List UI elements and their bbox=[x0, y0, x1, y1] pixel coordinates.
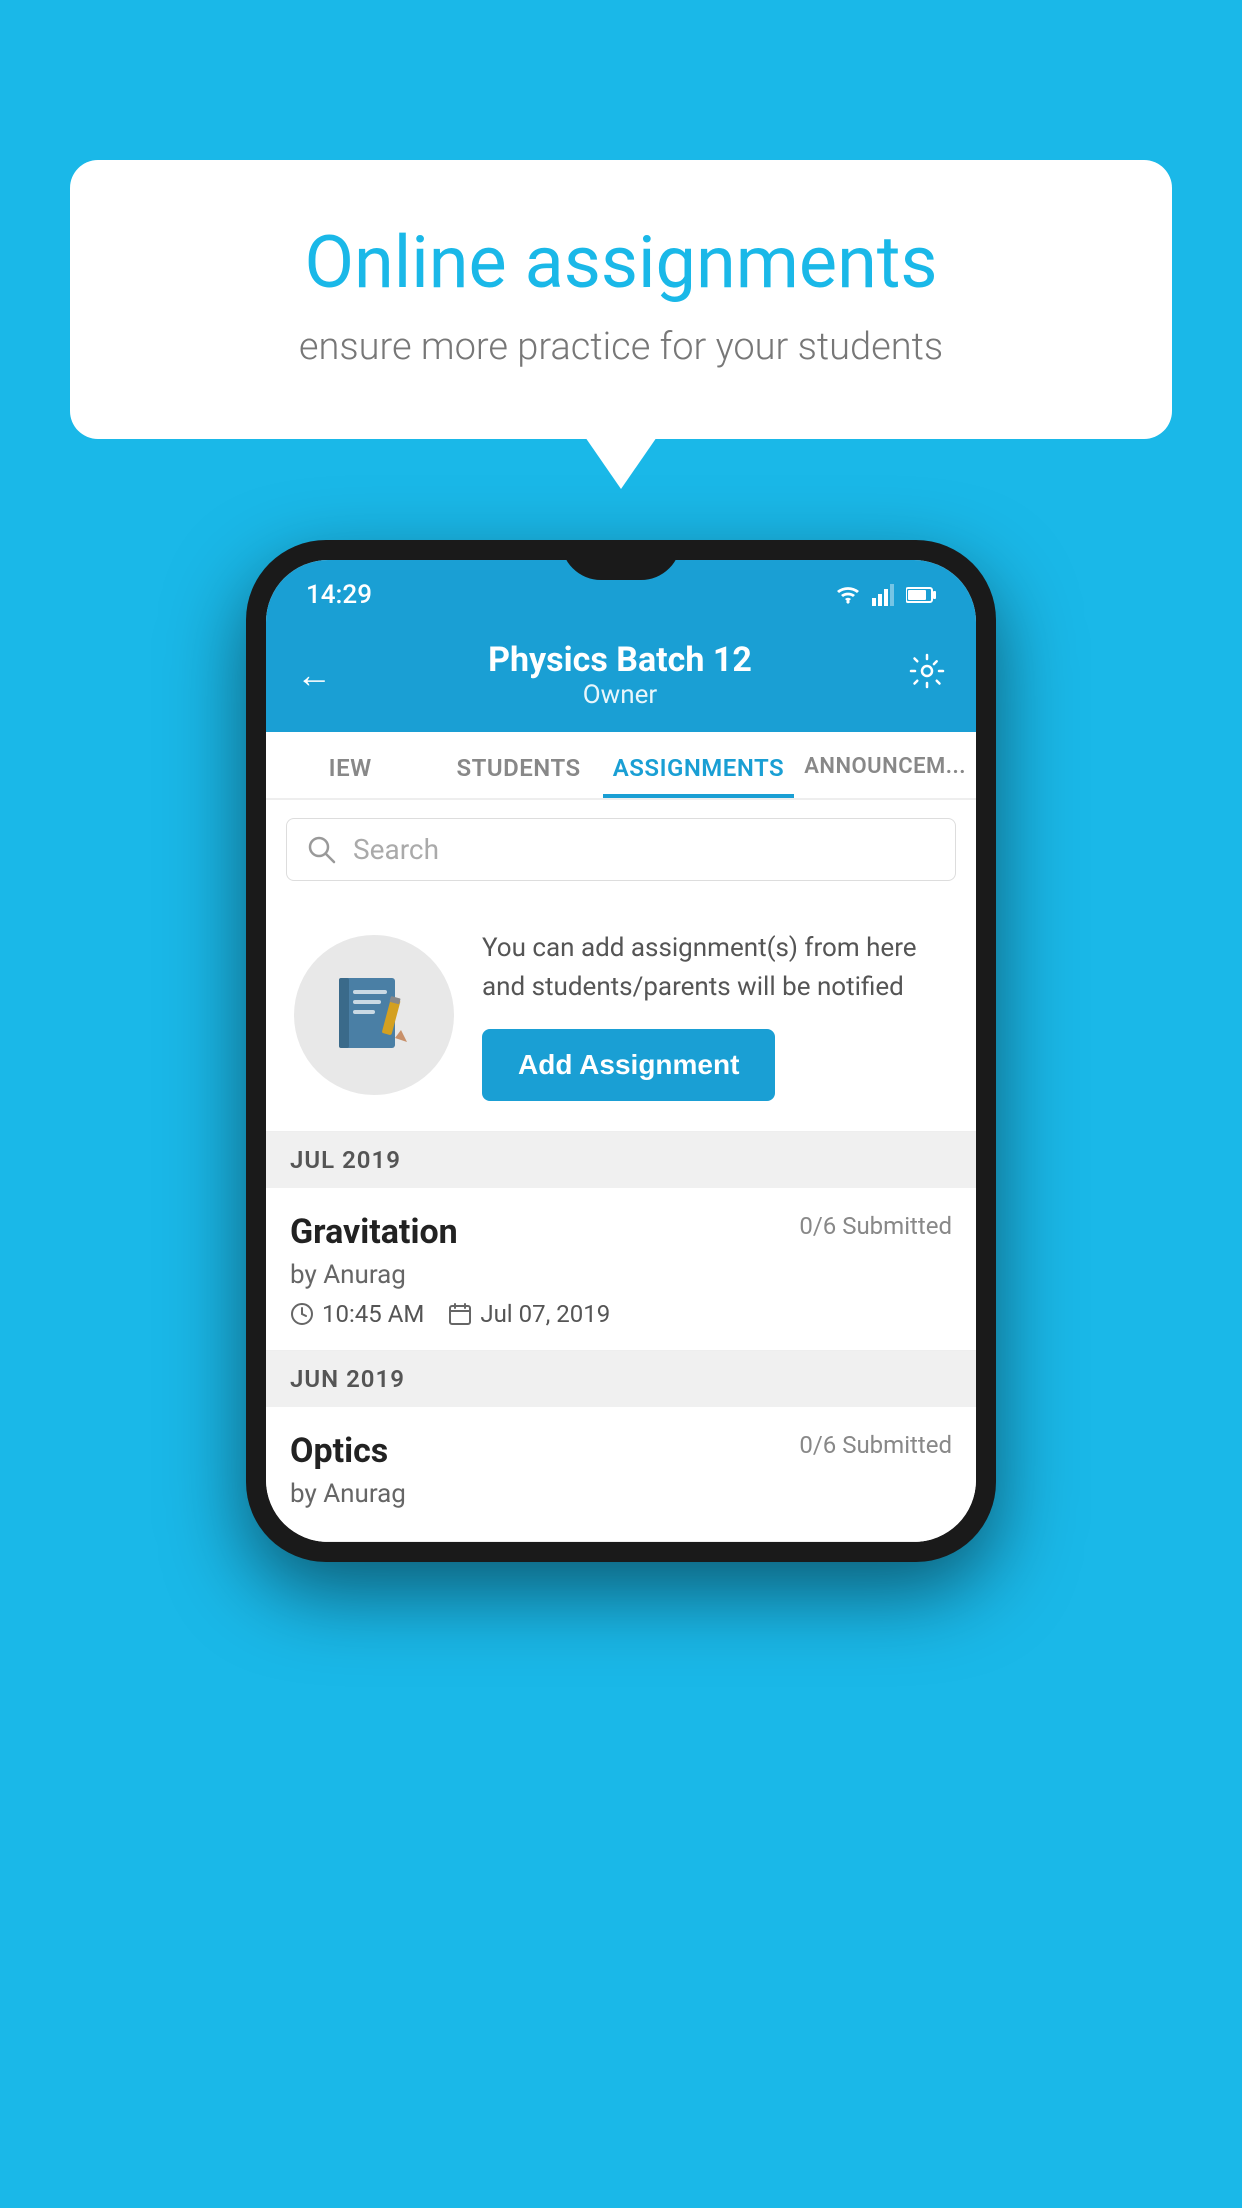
promo-icon-circle bbox=[294, 935, 454, 1095]
wifi-icon bbox=[834, 584, 862, 606]
promo-content: You can add assignment(s) from here and … bbox=[482, 929, 948, 1101]
assignment-row-top: Gravitation 0/6 Submitted bbox=[290, 1212, 952, 1252]
assignment-author: by Anurag bbox=[290, 1260, 952, 1290]
assignment-row-top-optics: Optics 0/6 Submitted bbox=[290, 1431, 952, 1471]
promo-description: You can add assignment(s) from here and … bbox=[482, 929, 948, 1007]
assignment-item-gravitation[interactable]: Gravitation 0/6 Submitted by Anurag 10:4… bbox=[266, 1188, 976, 1351]
search-input-wrapper[interactable]: Search bbox=[286, 818, 956, 881]
add-assignment-promo: You can add assignment(s) from here and … bbox=[266, 899, 976, 1132]
notebook-icon bbox=[329, 970, 419, 1060]
phone-wrapper: 14:29 bbox=[246, 540, 996, 1562]
phone-screen: 14:29 bbox=[266, 560, 976, 1542]
back-button[interactable]: ← bbox=[296, 654, 332, 696]
tab-students[interactable]: STUDENTS bbox=[434, 732, 602, 798]
app-header: ← Physics Batch 12 Owner bbox=[266, 622, 976, 732]
tab-announcements[interactable]: ANNOUNCEM... bbox=[794, 732, 976, 798]
search-icon bbox=[307, 835, 337, 865]
header-subtitle: Owner bbox=[488, 680, 752, 710]
assignment-date: Jul 07, 2019 bbox=[448, 1300, 610, 1328]
section-header-jun: JUN 2019 bbox=[266, 1351, 976, 1407]
assignment-time: 10:45 AM bbox=[290, 1300, 424, 1328]
search-input[interactable]: Search bbox=[353, 833, 439, 866]
speech-bubble-container: Online assignments ensure more practice … bbox=[70, 160, 1172, 439]
assignment-meta: 10:45 AM Jul 07, 2019 bbox=[290, 1300, 952, 1328]
optics-name: Optics bbox=[290, 1431, 388, 1471]
settings-button[interactable] bbox=[908, 652, 946, 699]
tabs-bar: IEW STUDENTS ASSIGNMENTS ANNOUNCEM... bbox=[266, 732, 976, 800]
signal-icon bbox=[872, 584, 896, 606]
status-time: 14:29 bbox=[306, 580, 372, 610]
status-icons bbox=[834, 584, 936, 606]
speech-bubble-title: Online assignments bbox=[150, 220, 1092, 305]
add-assignment-button[interactable]: Add Assignment bbox=[482, 1029, 775, 1101]
assignment-submitted: 0/6 Submitted bbox=[799, 1212, 952, 1240]
phone-outer: 14:29 bbox=[246, 540, 996, 1562]
speech-bubble-subtitle: ensure more practice for your students bbox=[150, 325, 1092, 369]
clock-icon bbox=[290, 1302, 314, 1326]
tab-assignments[interactable]: ASSIGNMENTS bbox=[603, 732, 794, 798]
assignment-item-optics[interactable]: Optics 0/6 Submitted by Anurag bbox=[266, 1407, 976, 1542]
battery-icon bbox=[906, 586, 936, 604]
tab-iew[interactable]: IEW bbox=[266, 732, 434, 798]
header-title-group: Physics Batch 12 Owner bbox=[488, 640, 752, 710]
section-header-jul: JUL 2019 bbox=[266, 1132, 976, 1188]
optics-submitted: 0/6 Submitted bbox=[799, 1431, 952, 1459]
calendar-icon bbox=[448, 1302, 472, 1326]
header-title: Physics Batch 12 bbox=[488, 640, 752, 680]
optics-author: by Anurag bbox=[290, 1479, 952, 1509]
gear-icon bbox=[908, 652, 946, 690]
assignment-name: Gravitation bbox=[290, 1212, 458, 1252]
speech-bubble: Online assignments ensure more practice … bbox=[70, 160, 1172, 439]
search-container: Search bbox=[266, 800, 976, 899]
